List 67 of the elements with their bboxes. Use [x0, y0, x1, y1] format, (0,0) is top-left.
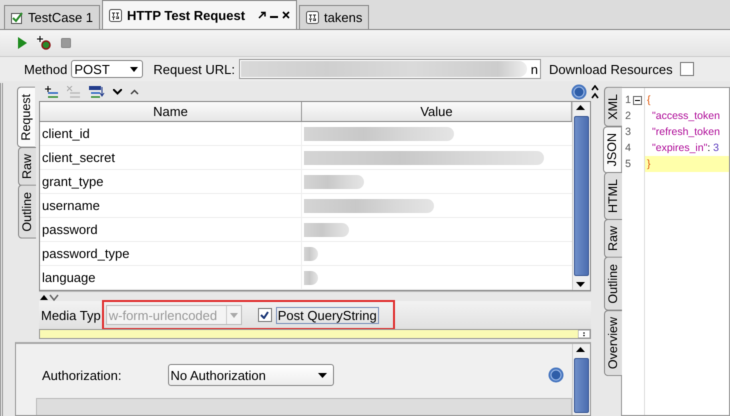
- url-parameters-icon[interactable]: [89, 86, 105, 98]
- check-icon: [260, 311, 270, 319]
- move-up-icon[interactable]: [130, 89, 139, 95]
- media-type-label: Media Typ: [41, 308, 101, 322]
- close-icon[interactable]: [282, 11, 290, 19]
- parameter-name: password: [40, 218, 302, 241]
- blurred-value: [304, 222, 349, 236]
- document-icon: [109, 8, 122, 22]
- checkbox-document-icon: [11, 12, 23, 24]
- code-line: {: [646, 93, 652, 108]
- side-tab[interactable]: Raw: [18, 146, 36, 186]
- method-dropdown[interactable]: POST: [71, 60, 144, 78]
- line-number: 1: [625, 94, 631, 106]
- add-row-icon[interactable]: [45, 86, 59, 98]
- side-tab[interactable]: Outline: [18, 184, 36, 238]
- code-line: "access_token: [651, 109, 721, 124]
- code-line: "expires_in": 3: [651, 141, 720, 156]
- document-tab[interactable]: takens: [299, 5, 370, 29]
- caret-icon: [318, 372, 326, 378]
- blurred-value: [304, 270, 318, 284]
- side-tab[interactable]: JSON: [603, 126, 621, 174]
- authorization-dropdown[interactable]: No Authorization: [168, 364, 334, 386]
- side-tab[interactable]: XML: [604, 87, 622, 127]
- blurred-value: [304, 246, 318, 260]
- help-icon[interactable]: [571, 84, 587, 100]
- document-tab[interactable]: HTTP Test Request: [102, 0, 298, 29]
- line-number: 3: [625, 126, 631, 138]
- parameter-name: client_secret: [40, 146, 302, 169]
- line-number: 5: [625, 158, 631, 170]
- side-tab[interactable]: Overview: [604, 310, 622, 376]
- download-resources-label: Download Resources: [549, 62, 673, 76]
- caret-icon: [130, 66, 138, 72]
- collapse-icon[interactable]: [633, 96, 642, 104]
- post-querystring-label: Post QueryString: [276, 306, 379, 324]
- code-line: "refresh_token: [651, 125, 721, 140]
- parameter-name: client_id: [40, 122, 302, 145]
- url-field[interactable]: n: [239, 59, 542, 79]
- help-icon[interactable]: [548, 367, 564, 383]
- blurred-value: [304, 174, 364, 188]
- side-tab[interactable]: Request: [17, 87, 35, 148]
- scrollbar[interactable]: [572, 102, 590, 290]
- url-label: Request URL:: [153, 62, 236, 76]
- column-header[interactable]: Name: [40, 102, 302, 121]
- side-tab[interactable]: Outline: [604, 257, 622, 311]
- download-resources-checkbox[interactable]: [680, 62, 694, 76]
- resize-grip-icon[interactable]: [578, 330, 590, 338]
- method-label: Method: [24, 62, 68, 76]
- line-number: 2: [625, 110, 631, 122]
- detach-icon[interactable]: [258, 11, 266, 19]
- collapse-arrows-icon[interactable]: [591, 85, 599, 99]
- side-tab[interactable]: Raw: [604, 219, 622, 258]
- play-icon[interactable]: [18, 37, 27, 49]
- splitter-arrows-icon[interactable]: [39, 292, 59, 300]
- parameter-name: grant_type: [40, 170, 302, 193]
- parameter-name: username: [40, 194, 302, 217]
- document-icon: [306, 11, 320, 24]
- caret-icon: [230, 312, 238, 318]
- document-tab[interactable]: TestCase 1: [4, 5, 100, 29]
- move-down-icon[interactable]: [113, 89, 122, 95]
- parameter-name: language: [40, 266, 302, 289]
- post-querystring-checkbox[interactable]: [258, 308, 272, 322]
- line-number: 4: [625, 142, 631, 154]
- scrollbar[interactable]: [572, 344, 590, 415]
- side-tab[interactable]: HTML: [604, 172, 622, 220]
- add-step-icon[interactable]: [37, 36, 51, 50]
- parameter-name: password_type: [40, 242, 302, 265]
- authorization-label: Authorization:: [42, 368, 122, 382]
